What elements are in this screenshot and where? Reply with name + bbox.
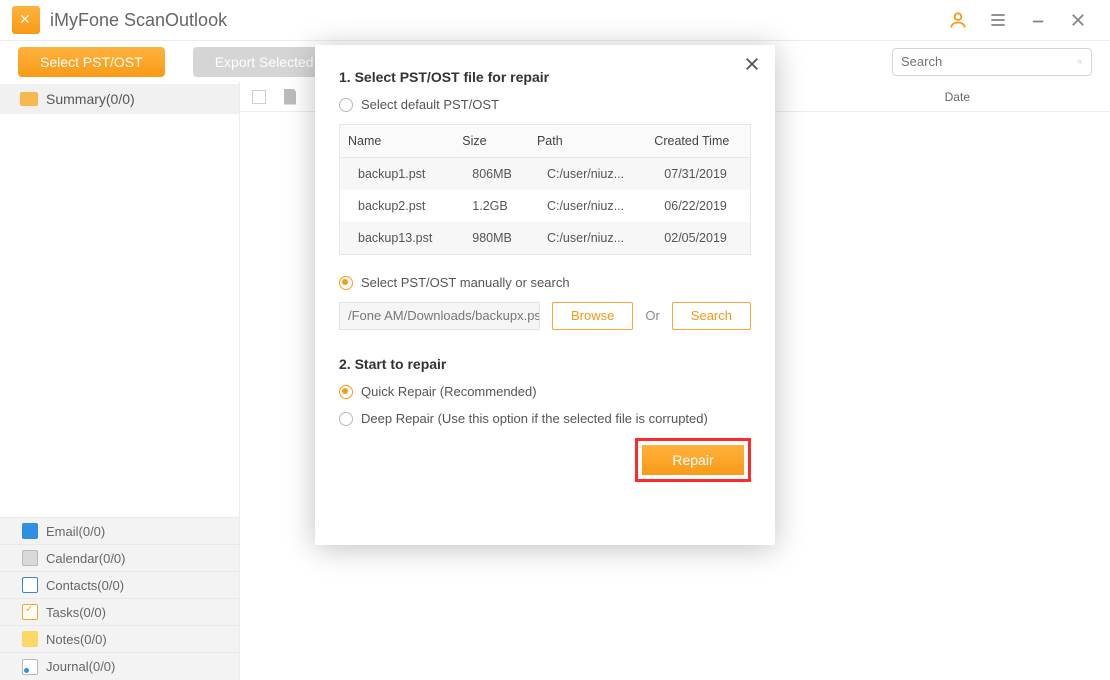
- col-name: Name: [340, 124, 455, 157]
- sidebar-item-label: Calendar(0/0): [46, 551, 126, 566]
- radio-icon: [339, 98, 353, 112]
- pst-file-table: Name Size Path Created Time backup1.pst …: [339, 124, 751, 255]
- email-icon: [22, 523, 38, 539]
- or-text: Or: [645, 308, 659, 323]
- radio-label: Select default PST/OST: [361, 97, 499, 114]
- table-row[interactable]: backup1.pst 806MB C:/user/niuz... 07/31/…: [340, 157, 751, 190]
- sidebar-item-label: Contacts(0/0): [46, 578, 124, 593]
- repair-highlight: Repair: [635, 438, 751, 482]
- cell: backup13.pst: [340, 222, 455, 255]
- radio-label: Select PST/OST manually or search: [361, 275, 570, 292]
- cell: C:/user/niuz...: [529, 222, 646, 255]
- attachment-icon: [284, 89, 296, 105]
- sidebar-item-notes[interactable]: Notes(0/0): [0, 626, 239, 653]
- notes-icon: [22, 631, 38, 647]
- sidebar-item-label: Notes(0/0): [46, 632, 107, 647]
- sidebar: Summary(0/0) Email(0/0) Calendar(0/0) Co…: [0, 82, 240, 680]
- col-size: Size: [454, 124, 529, 157]
- cell: 06/22/2019: [646, 190, 750, 222]
- radio-deep-repair[interactable]: Deep Repair (Use this option if the sele…: [339, 411, 751, 428]
- cell: C:/user/niuz...: [529, 157, 646, 190]
- select-pst-button[interactable]: Select PST/OST: [18, 47, 165, 77]
- sidebar-item-summary[interactable]: Summary(0/0): [0, 84, 239, 114]
- manual-select-row: /Fone AM/Downloads/backupx.pst Browse Or…: [339, 302, 751, 330]
- radio-icon: [339, 385, 353, 399]
- hamburger-menu-icon[interactable]: [978, 0, 1018, 40]
- dialog-close-icon[interactable]: [743, 55, 761, 79]
- tasks-icon: [22, 604, 38, 620]
- cell: 806MB: [454, 157, 529, 190]
- radio-icon: [339, 276, 353, 290]
- account-icon[interactable]: [938, 0, 978, 40]
- sidebar-item-journal[interactable]: Journal(0/0): [0, 653, 239, 680]
- search-input[interactable]: [901, 54, 1077, 69]
- radio-default-pst[interactable]: Select default PST/OST: [339, 97, 751, 114]
- radio-quick-repair[interactable]: Quick Repair (Recommended): [339, 384, 751, 401]
- title-bar: iMyFone ScanOutlook: [0, 0, 1110, 40]
- close-icon[interactable]: [1058, 0, 1098, 40]
- journal-icon: [22, 659, 38, 675]
- select-all-checkbox[interactable]: [252, 90, 266, 104]
- minimize-icon[interactable]: [1018, 0, 1058, 40]
- path-input[interactable]: /Fone AM/Downloads/backupx.pst: [339, 302, 540, 330]
- column-date[interactable]: Date: [945, 90, 970, 104]
- table-row[interactable]: backup13.pst 980MB C:/user/niuz... 02/05…: [340, 222, 751, 255]
- folder-icon: [20, 92, 38, 106]
- table-row[interactable]: backup2.pst 1.2GB C:/user/niuz... 06/22/…: [340, 190, 751, 222]
- cell: backup1.pst: [340, 157, 455, 190]
- sidebar-item-label: Summary(0/0): [46, 91, 135, 107]
- step1-heading: 1. Select PST/OST file for repair: [339, 69, 751, 85]
- sidebar-module-list: Email(0/0) Calendar(0/0) Contacts(0/0) T…: [0, 517, 239, 680]
- select-file-dialog: 1. Select PST/OST file for repair Select…: [315, 45, 775, 545]
- sidebar-item-label: Email(0/0): [46, 524, 105, 539]
- contacts-icon: [22, 577, 38, 593]
- search-icon: [1077, 54, 1083, 70]
- calendar-icon: [22, 550, 38, 566]
- sidebar-item-tasks[interactable]: Tasks(0/0): [0, 599, 239, 626]
- cell: C:/user/niuz...: [529, 190, 646, 222]
- app-title: iMyFone ScanOutlook: [50, 10, 227, 31]
- col-path: Path: [529, 124, 646, 157]
- sidebar-item-label: Tasks(0/0): [46, 605, 106, 620]
- cell: 07/31/2019: [646, 157, 750, 190]
- table-header-row: Name Size Path Created Time: [340, 124, 751, 157]
- sidebar-item-calendar[interactable]: Calendar(0/0): [0, 545, 239, 572]
- sidebar-item-label: Journal(0/0): [46, 659, 115, 674]
- cell: backup2.pst: [340, 190, 455, 222]
- radio-icon: [339, 412, 353, 426]
- sidebar-item-contacts[interactable]: Contacts(0/0): [0, 572, 239, 599]
- search-box[interactable]: [892, 48, 1092, 76]
- radio-label: Deep Repair (Use this option if the sele…: [361, 411, 708, 428]
- app-logo-icon: [12, 6, 40, 34]
- browse-button[interactable]: Browse: [552, 302, 633, 330]
- sidebar-item-email[interactable]: Email(0/0): [0, 518, 239, 545]
- radio-manual[interactable]: Select PST/OST manually or search: [339, 275, 751, 292]
- step2-heading: 2. Start to repair: [339, 356, 751, 372]
- radio-label: Quick Repair (Recommended): [361, 384, 537, 401]
- repair-button[interactable]: Repair: [642, 445, 744, 475]
- search-button[interactable]: Search: [672, 302, 751, 330]
- col-created: Created Time: [646, 124, 750, 157]
- cell: 1.2GB: [454, 190, 529, 222]
- cell: 980MB: [454, 222, 529, 255]
- cell: 02/05/2019: [646, 222, 750, 255]
